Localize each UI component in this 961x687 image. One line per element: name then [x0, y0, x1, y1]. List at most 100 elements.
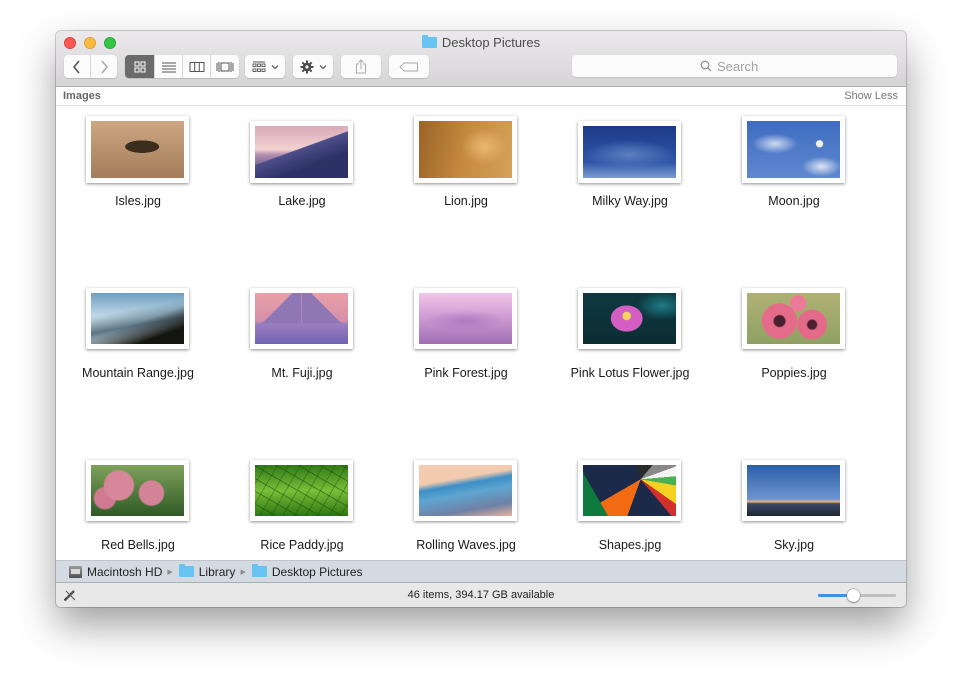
- status-bar: 46 items, 394.17 GB available: [56, 583, 906, 607]
- image-preview: [419, 293, 512, 344]
- image-preview: [419, 465, 512, 516]
- chevron-down-icon: [271, 64, 278, 69]
- image-preview: [255, 465, 348, 516]
- pencil-crossed-icon: [63, 590, 76, 602]
- file-name: Rice Paddy.jpg: [260, 538, 344, 552]
- file-name: Shapes.jpg: [598, 538, 662, 552]
- thumbnail[interactable]: [414, 116, 517, 183]
- file-item[interactable]: Lake.jpg: [220, 107, 384, 217]
- search-field[interactable]: [572, 55, 897, 77]
- title-bar[interactable]: Desktop Pictures: [56, 31, 906, 87]
- thumbnail[interactable]: [742, 288, 845, 349]
- thumbnail[interactable]: [86, 460, 189, 521]
- icon-view-button[interactable]: [125, 55, 155, 78]
- hard-drive-icon: [69, 565, 82, 578]
- thumbnail[interactable]: [578, 460, 681, 521]
- columns-icon: [189, 61, 204, 72]
- cover-flow-view-button[interactable]: [211, 55, 239, 78]
- forward-button[interactable]: [91, 55, 117, 78]
- navigation-buttons: [64, 55, 117, 78]
- thumbnail[interactable]: [742, 460, 845, 521]
- folder-icon: [421, 35, 437, 48]
- thumbnail[interactable]: [414, 288, 517, 349]
- share-icon: [356, 59, 366, 74]
- section-title: Images: [63, 90, 101, 102]
- column-view-button[interactable]: [183, 55, 211, 78]
- file-name: Mt. Fuji.jpg: [271, 366, 333, 380]
- thumbnail[interactable]: [250, 288, 353, 349]
- gear-icon: [300, 60, 313, 73]
- tag-button[interactable]: [389, 55, 429, 78]
- window-title-text: Desktop Pictures: [441, 35, 541, 50]
- image-preview: [583, 126, 676, 178]
- chevron-left-icon: [72, 59, 80, 74]
- list-view-button[interactable]: [155, 55, 183, 78]
- file-item[interactable]: Milky Way.jpg: [548, 107, 712, 217]
- path-item-library[interactable]: Library: [178, 564, 236, 579]
- thumbnail[interactable]: [414, 460, 517, 521]
- path-bar: Macintosh HD ▶ Library ▶ Desktop Picture…: [56, 560, 906, 583]
- image-preview: [91, 465, 184, 516]
- file-item[interactable]: Mountain Range.jpg: [56, 279, 220, 389]
- file-name: Lake.jpg: [278, 194, 326, 208]
- file-name: Lion.jpg: [444, 194, 488, 208]
- thumbnail[interactable]: [250, 121, 353, 183]
- file-name: Sky.jpg: [773, 538, 815, 552]
- file-name: Isles.jpg: [115, 194, 161, 208]
- thumbnail[interactable]: [86, 116, 189, 183]
- thumbnail[interactable]: [742, 116, 845, 183]
- file-item[interactable]: Lion.jpg: [384, 107, 548, 217]
- status-text: 46 items, 394.17 GB available: [407, 589, 555, 601]
- file-item[interactable]: Shapes.jpg: [548, 451, 712, 560]
- file-name: Pink Forest.jpg: [424, 366, 508, 380]
- path-separator-icon: ▶: [240, 568, 246, 576]
- show-less-button[interactable]: Show Less: [844, 90, 898, 102]
- section-header: Images Show Less: [56, 87, 906, 106]
- search-icon: [700, 60, 712, 72]
- thumbnail[interactable]: [250, 460, 353, 521]
- image-preview: [255, 126, 348, 178]
- slider-knob[interactable]: [847, 589, 861, 602]
- thumbnail[interactable]: [578, 288, 681, 349]
- path-item-macintosh-hd[interactable]: Macintosh HD: [69, 565, 162, 579]
- image-preview: [255, 293, 348, 344]
- file-item[interactable]: Rolling Waves.jpg: [384, 451, 548, 560]
- image-preview: [747, 293, 840, 344]
- action-button[interactable]: [293, 55, 333, 78]
- image-preview: [747, 121, 840, 178]
- finder-window: Desktop Pictures Search Images Show Less…: [56, 31, 906, 607]
- grid-icon: [134, 61, 145, 72]
- path-item-desktop-pictures[interactable]: Desktop Pictures: [251, 564, 363, 579]
- path-separator-icon: ▶: [167, 568, 173, 576]
- thumbnail[interactable]: [578, 121, 681, 183]
- file-item[interactable]: Mt. Fuji.jpg: [220, 279, 384, 389]
- search-input[interactable]: [717, 58, 769, 74]
- folder-icon: [178, 564, 194, 577]
- image-preview: [747, 465, 840, 516]
- file-item[interactable]: Sky.jpg: [712, 451, 876, 560]
- thumbnail[interactable]: [86, 288, 189, 349]
- icon-size-slider[interactable]: [818, 588, 896, 602]
- chevron-right-icon: [101, 59, 109, 74]
- path-item-label: Desktop Pictures: [271, 564, 363, 579]
- file-item[interactable]: Poppies.jpg: [712, 279, 876, 389]
- arrange-grid-icon: [252, 61, 265, 72]
- back-button[interactable]: [64, 55, 91, 78]
- image-preview: [583, 465, 676, 516]
- file-item[interactable]: Pink Forest.jpg: [384, 279, 548, 389]
- arrange-button[interactable]: [245, 55, 285, 78]
- file-name: Pink Lotus Flower.jpg: [570, 366, 690, 380]
- image-preview: [91, 293, 184, 344]
- cover-flow-icon: [216, 61, 234, 72]
- image-preview: [583, 293, 676, 344]
- file-item[interactable]: Rice Paddy.jpg: [220, 451, 384, 560]
- path-item-label: Library: [198, 564, 236, 579]
- path-item-label: Macintosh HD: [87, 564, 163, 579]
- file-item[interactable]: Moon.jpg: [712, 107, 876, 217]
- file-item[interactable]: Red Bells.jpg: [56, 451, 220, 560]
- file-item[interactable]: Pink Lotus Flower.jpg: [548, 279, 712, 389]
- file-item[interactable]: Isles.jpg: [56, 107, 220, 217]
- share-button[interactable]: [341, 55, 381, 78]
- folder-icon: [251, 564, 267, 577]
- view-mode-switcher: [125, 55, 239, 78]
